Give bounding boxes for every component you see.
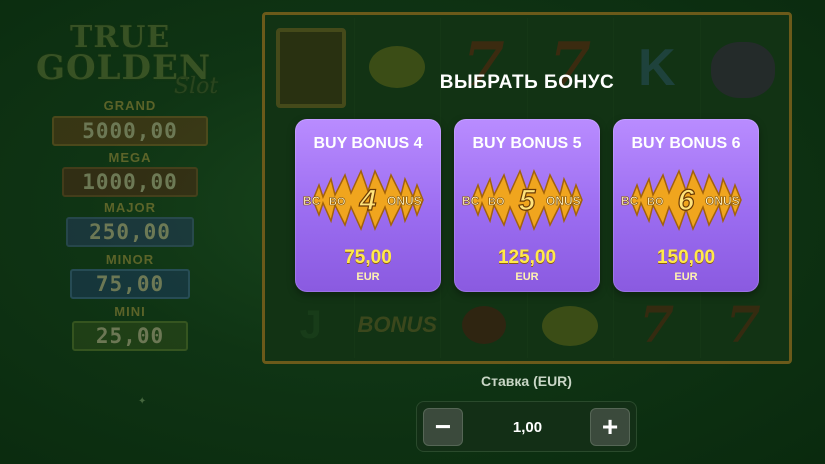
bonus-badge-icon: BC BO ONUS 4 xyxy=(303,168,424,232)
svg-text:BO: BO xyxy=(488,196,505,208)
card-price: 75,00 xyxy=(344,247,392,268)
increase-bet-button[interactable]: + xyxy=(590,408,630,446)
jackpot-value: 75,00 xyxy=(70,269,190,299)
svg-text:BO: BO xyxy=(647,196,664,208)
bonus-badge-icon: BC BO ONUS 5 xyxy=(462,168,583,232)
jackpot-value: 25,00 xyxy=(72,321,188,351)
svg-text:BC: BC xyxy=(621,194,639,208)
badge-number: 4 xyxy=(359,184,377,217)
card-title: BUY BONUS 6 xyxy=(631,135,741,152)
card-currency: EUR xyxy=(515,271,539,283)
bet-value: 1,00 xyxy=(512,419,543,436)
logo-line-3: Slot xyxy=(174,74,219,99)
jackpot-value: 250,00 xyxy=(66,217,194,247)
card-currency: EUR xyxy=(356,271,380,283)
jackpot-value: 5000,00 xyxy=(52,116,208,146)
jackpot-value: 1000,00 xyxy=(62,167,198,197)
card-title: BUY BONUS 4 xyxy=(313,135,423,152)
svg-text:ONUS: ONUS xyxy=(387,194,422,208)
jackpot-label: MEGA xyxy=(108,150,152,165)
jackpot-label: MAJOR xyxy=(104,200,156,215)
svg-text:ONUS: ONUS xyxy=(546,194,581,208)
svg-text:BC: BC xyxy=(303,194,321,208)
sparkle-icon: ✦ xyxy=(138,396,147,407)
game-logo: TRUE GOLDEN Slot xyxy=(22,18,237,103)
buy-bonus-4-card[interactable]: BUY BONUS 4 BC BO ONUS 4 75,00 EUR xyxy=(295,119,441,292)
svg-text:BO: BO xyxy=(329,196,346,208)
card-title: BUY BONUS 5 xyxy=(472,135,582,152)
badge-number: 6 xyxy=(678,184,695,217)
bonus-badge-icon: BC BO ONUS 6 xyxy=(621,168,742,232)
decrease-bet-button[interactable]: − xyxy=(423,408,463,446)
bet-stepper: − 1,00 + xyxy=(416,401,637,452)
buy-bonus-5-card[interactable]: BUY BONUS 5 BC BO ONUS 5 125,00 EUR xyxy=(454,119,600,292)
card-price: 125,00 xyxy=(497,247,557,268)
svg-text:ONUS: ONUS xyxy=(705,194,740,208)
card-price: 150,00 xyxy=(656,247,716,268)
jackpot-label: GRAND xyxy=(103,98,157,113)
buy-bonus-6-card[interactable]: BUY BONUS 6 BC BO ONUS 6 150,00 EUR xyxy=(613,119,759,292)
svg-text:BC: BC xyxy=(462,194,480,208)
badge-number: 5 xyxy=(519,184,537,217)
jackpot-label: MINI xyxy=(114,304,146,319)
jackpot-label: MINOR xyxy=(105,252,155,267)
card-currency: EUR xyxy=(674,271,698,283)
bet-label: Ставка (EUR) xyxy=(481,373,572,389)
bonus-select-title: ВЫБРАТЬ БОНУС xyxy=(439,72,615,93)
